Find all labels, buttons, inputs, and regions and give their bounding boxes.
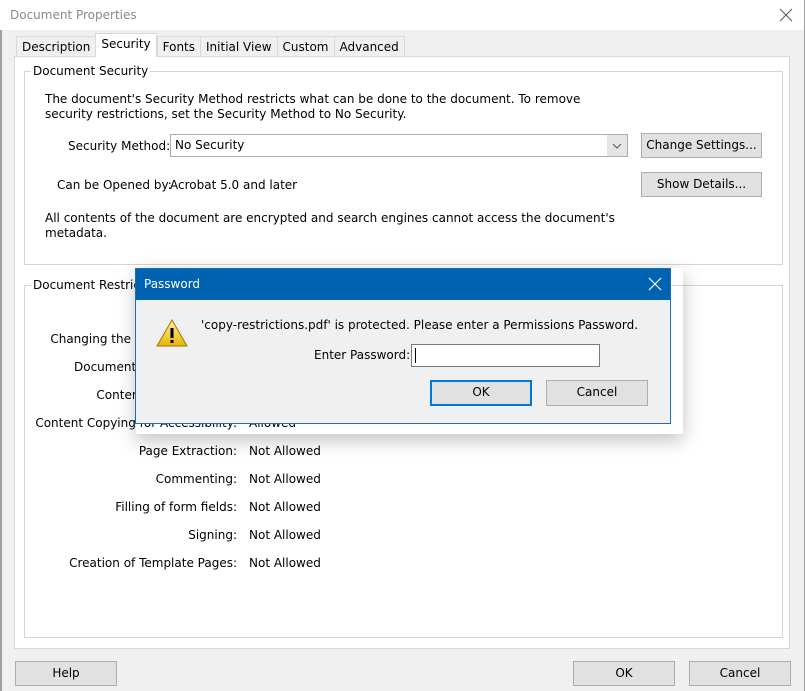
password-input[interactable]	[411, 344, 600, 367]
title-bar: Document Properties	[0, 0, 804, 30]
tab-fonts[interactable]: Fonts	[156, 36, 201, 57]
chevron-down-icon[interactable]	[607, 135, 627, 156]
enter-password-label: Enter Password:	[314, 348, 411, 362]
restriction-label-commenting: Commenting:	[155, 472, 237, 486]
restriction-label-page-extraction: Page Extraction:	[138, 444, 237, 458]
tab-initial-view[interactable]: Initial View	[200, 36, 277, 57]
ok-button[interactable]: OK	[573, 661, 675, 686]
restriction-value-form-filling: Not Allowed	[249, 500, 321, 514]
password-cancel-button[interactable]: Cancel	[546, 380, 648, 406]
opened-by-label: Can be Opened by:	[57, 178, 172, 192]
password-dialog-title-bar: Password	[136, 269, 670, 300]
encryption-note-line1: All contents of the document are encrypt…	[45, 211, 615, 225]
tab-advanced[interactable]: Advanced	[333, 36, 405, 57]
security-description-line2: security restrictions, set the Security …	[45, 107, 407, 121]
opened-by-value: Acrobat 5.0 and later	[170, 178, 298, 192]
help-button[interactable]: Help	[15, 661, 117, 686]
encryption-note-line2: metadata.	[45, 226, 107, 240]
security-method-label: Security Method:	[68, 139, 171, 153]
password-dialog-message: 'copy-restrictions.pdf' is protected. Pl…	[201, 318, 639, 332]
restriction-label-signing: Signing:	[188, 528, 237, 542]
window-title: Document Properties	[10, 8, 137, 22]
close-icon[interactable]	[648, 277, 662, 291]
close-icon[interactable]	[776, 5, 796, 25]
show-details-button[interactable]: Show Details...	[641, 172, 762, 197]
restriction-label-template-pages: Creation of Template Pages:	[69, 556, 237, 570]
tab-description[interactable]: Description	[16, 36, 96, 57]
restriction-label-form-filling: Filling of form fields:	[115, 500, 237, 514]
restriction-value-page-extraction: Not Allowed	[249, 444, 321, 458]
security-method-value: No Security	[175, 138, 245, 152]
text-caret	[415, 348, 416, 363]
tab-security[interactable]: Security	[95, 33, 157, 57]
password-dialog: Password 'copy-restrictions.pdf' is prot…	[135, 268, 671, 424]
password-dialog-title: Password	[144, 277, 201, 291]
restriction-value-signing: Not Allowed	[249, 528, 321, 542]
restriction-value-commenting: Not Allowed	[249, 472, 321, 486]
cancel-button[interactable]: Cancel	[689, 661, 791, 686]
document-security-title: Document Security	[31, 64, 151, 78]
change-settings-button[interactable]: Change Settings...	[641, 133, 762, 158]
security-description-line1: The document's Security Method restricts…	[45, 92, 581, 106]
password-ok-button[interactable]: OK	[430, 380, 532, 406]
tab-custom[interactable]: Custom	[276, 36, 334, 57]
restriction-value-template-pages: Not Allowed	[249, 556, 321, 570]
warning-icon	[156, 319, 188, 347]
tab-bar: Description Security Fonts Initial View …	[16, 33, 405, 57]
security-method-dropdown[interactable]: No Security	[170, 134, 628, 157]
document-security-group: Document Security The document's Securit…	[24, 64, 783, 265]
